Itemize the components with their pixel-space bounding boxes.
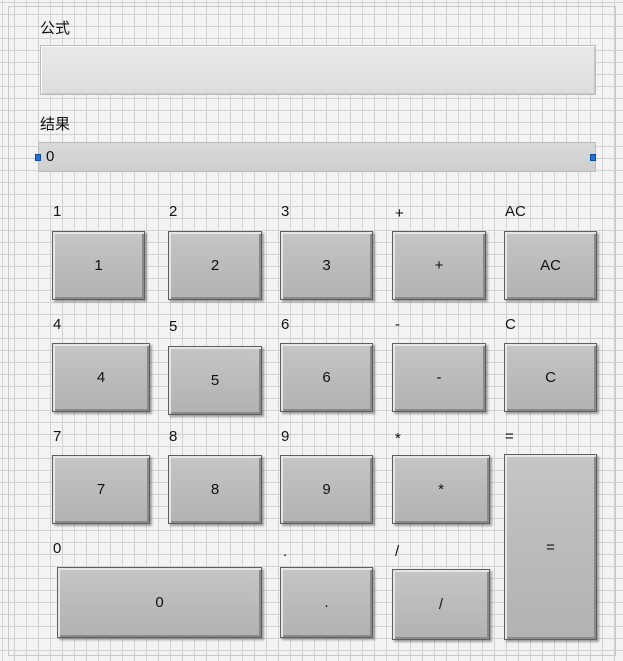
decimal-point-button[interactable]: . — [280, 567, 373, 638]
button-5-caption: 5 — [169, 318, 178, 335]
all-clear-button[interactable]: AC — [504, 231, 597, 300]
result-label: 结果 — [40, 116, 71, 133]
multiply-button[interactable]: * — [392, 455, 490, 524]
formula-label: 公式 — [40, 20, 71, 37]
resize-handle-left[interactable] — [35, 154, 41, 161]
button-eq-caption: = — [505, 428, 514, 445]
button-sub-caption: - — [395, 316, 400, 333]
button-ac-caption: AC — [505, 203, 526, 220]
divide-button[interactable]: / — [392, 569, 490, 640]
button-6-caption: 6 — [281, 316, 290, 333]
button-mul-caption: * — [395, 430, 401, 447]
button-4-caption: 4 — [53, 316, 62, 333]
digit-5-button[interactable]: 5 — [168, 346, 262, 415]
clear-button[interactable]: C — [504, 343, 597, 412]
button-1-caption: 1 — [53, 203, 62, 220]
digit-2-button[interactable]: 2 — [168, 231, 262, 300]
result-display: 0 — [38, 142, 596, 172]
add-button[interactable]: + — [392, 231, 486, 300]
button-add-caption: + — [395, 205, 404, 222]
equals-button[interactable]: = — [504, 454, 597, 640]
button-3-caption: 3 — [281, 203, 290, 220]
digit-4-button[interactable]: 4 — [52, 343, 150, 412]
subtract-button[interactable]: - — [392, 343, 486, 412]
digit-6-button[interactable]: 6 — [280, 343, 373, 412]
digit-9-button[interactable]: 9 — [280, 455, 373, 524]
button-2-caption: 2 — [169, 203, 178, 220]
button-c-caption: C — [505, 316, 516, 333]
digit-3-button[interactable]: 3 — [280, 231, 373, 300]
digit-8-button[interactable]: 8 — [168, 455, 262, 524]
button-8-caption: 8 — [169, 428, 178, 445]
button-0-caption: 0 — [53, 540, 62, 557]
button-dot-caption: . — [283, 543, 288, 560]
digit-0-button[interactable]: 0 — [57, 567, 262, 638]
button-div-caption: / — [395, 543, 400, 560]
button-7-caption: 7 — [53, 428, 62, 445]
formula-input[interactable] — [40, 45, 596, 95]
resize-handle-right[interactable] — [590, 154, 596, 161]
button-9-caption: 9 — [281, 428, 290, 445]
digit-7-button[interactable]: 7 — [52, 455, 150, 524]
digit-1-button[interactable]: 1 — [52, 231, 145, 300]
